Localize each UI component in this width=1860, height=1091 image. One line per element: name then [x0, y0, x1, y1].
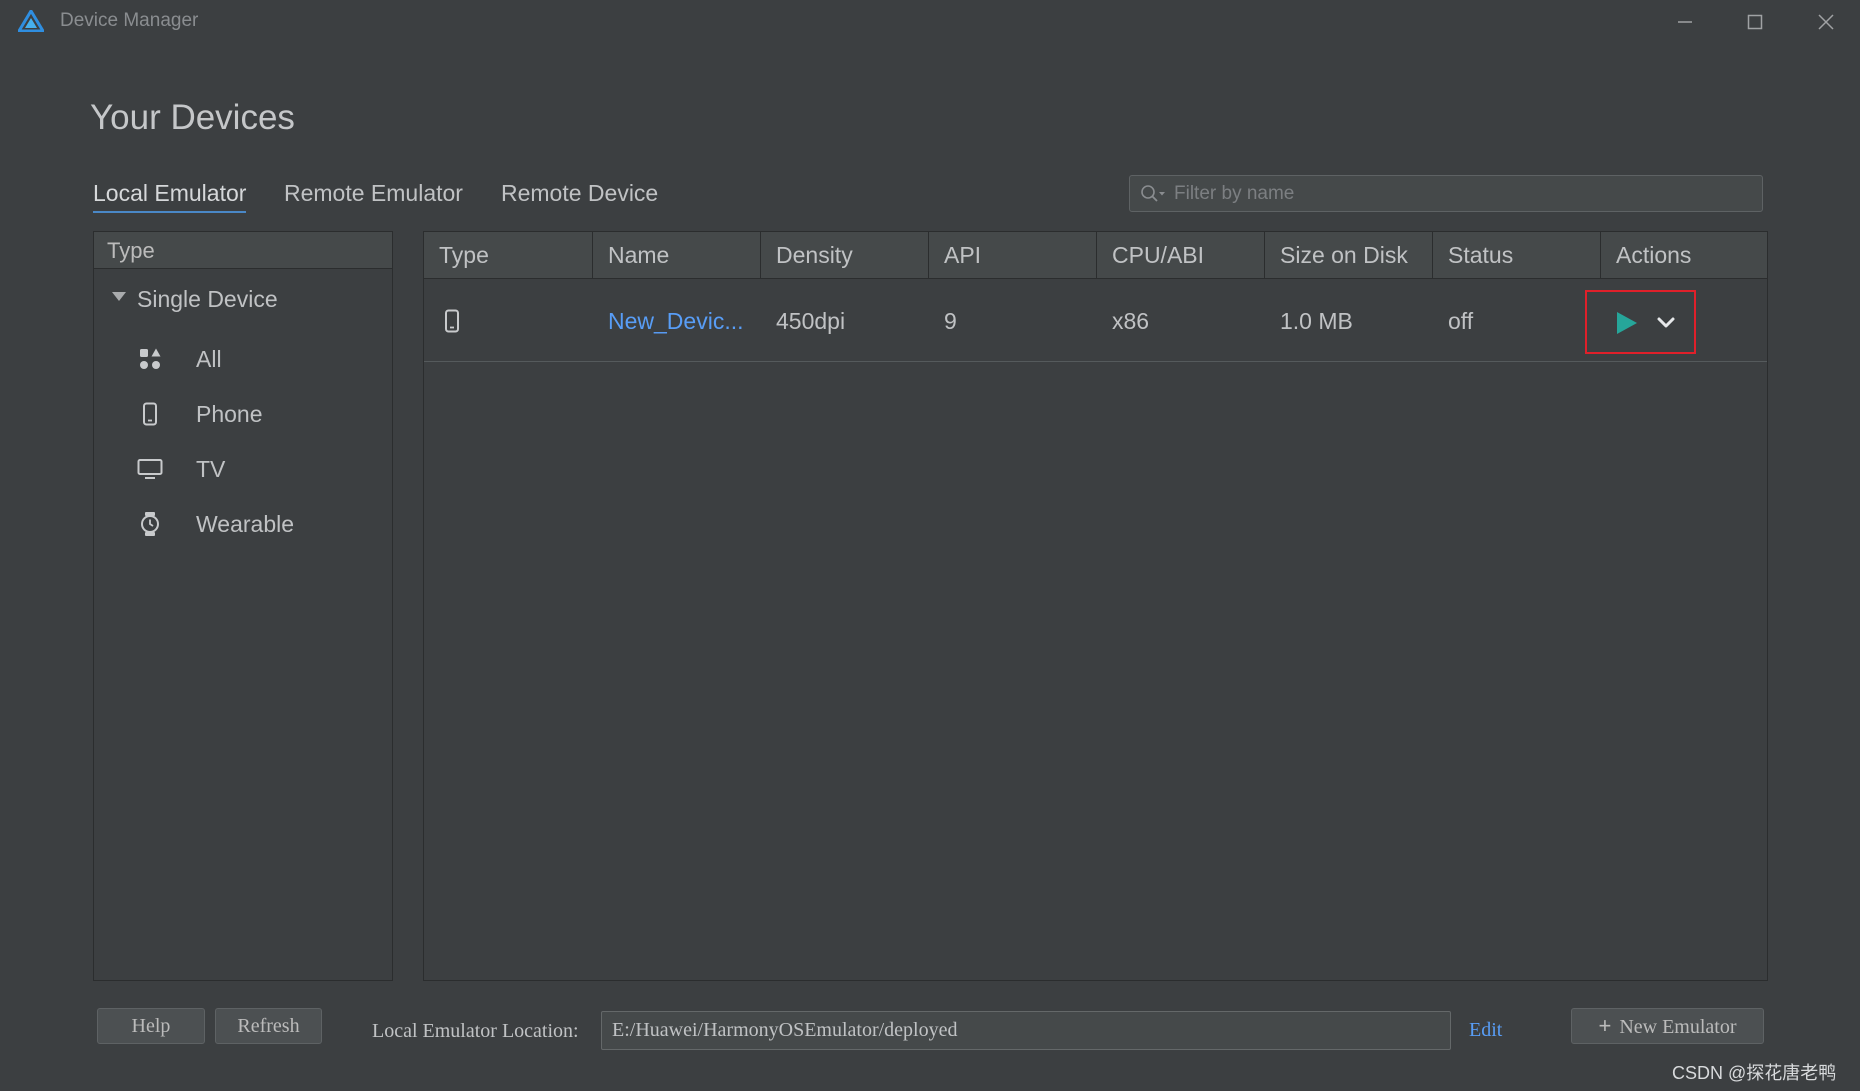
table-row[interactable]: New_Devic... 450dpi 9 x86 1.0 MB off: [424, 280, 1767, 362]
window-title: Device Manager: [60, 10, 199, 31]
new-emulator-label: New Emulator: [1619, 1016, 1737, 1038]
category-label: TV: [196, 456, 226, 482]
title-bar: Device Manager: [0, 0, 1860, 44]
column-header-api[interactable]: API: [929, 232, 1097, 279]
column-header-cpu-abi[interactable]: CPU/ABI: [1097, 232, 1265, 279]
tree-group-single-device[interactable]: Single Device: [94, 280, 392, 320]
caret-down-icon: [112, 292, 126, 301]
play-icon[interactable]: [1613, 310, 1639, 336]
category-tv[interactable]: TV: [94, 446, 392, 492]
actions-highlight: [1585, 290, 1696, 354]
category-phone[interactable]: Phone: [94, 391, 392, 437]
device-name-link[interactable]: New_Devic...: [593, 280, 743, 362]
device-size: 1.0 MB: [1280, 308, 1353, 334]
column-header-size[interactable]: Size on Disk: [1265, 232, 1433, 279]
help-button[interactable]: Help: [97, 1008, 205, 1044]
grid-icon: [137, 346, 163, 372]
column-header-name[interactable]: Name: [593, 232, 761, 279]
maximize-icon: [1747, 14, 1763, 30]
location-field[interactable]: [601, 1011, 1451, 1050]
device-api: 9: [944, 308, 957, 334]
tab-remote-device[interactable]: Remote Device: [501, 180, 658, 211]
close-button[interactable]: [1806, 6, 1846, 38]
tab-local-emulator[interactable]: Local Emulator: [93, 180, 247, 213]
phone-icon: [445, 309, 459, 333]
device-density: 450dpi: [776, 308, 846, 334]
phone-icon: [137, 401, 163, 427]
device-status: off: [1448, 308, 1474, 334]
page-title: Your Devices: [90, 98, 295, 137]
category-label: All: [196, 346, 222, 372]
type-panel: Type Single Device All Phone TV Wearable: [93, 231, 393, 981]
watch-icon: [137, 511, 163, 537]
device-cpu-abi: x86: [1112, 308, 1150, 334]
category-label: Phone: [196, 401, 263, 427]
category-label: Wearable: [196, 511, 295, 537]
device-table: Type Name Density API CPU/ABI Size on Di…: [423, 231, 1768, 981]
table-header: Type Name Density API CPU/ABI Size on Di…: [424, 232, 1767, 279]
edit-location-link[interactable]: Edit: [1469, 1019, 1502, 1042]
category-all[interactable]: All: [94, 336, 392, 382]
column-header-type[interactable]: Type: [424, 232, 593, 279]
search-icon: [1141, 185, 1165, 202]
column-header-actions: Actions: [1616, 242, 1692, 268]
watermark: CSDN @探花唐老鸭: [1672, 1063, 1837, 1083]
close-icon: [1818, 14, 1834, 30]
tab-remote-emulator[interactable]: Remote Emulator: [284, 180, 463, 211]
tree-group-label: Single Device: [137, 286, 278, 312]
minimize-button[interactable]: [1665, 6, 1705, 38]
column-header-status[interactable]: Status: [1433, 232, 1601, 279]
search-input[interactable]: [1174, 176, 1754, 211]
search-box: [1129, 175, 1763, 212]
chevron-down-icon[interactable]: [1655, 312, 1677, 334]
column-header-density[interactable]: Density: [761, 232, 929, 279]
refresh-button[interactable]: Refresh: [215, 1008, 322, 1044]
tv-icon: [137, 456, 163, 482]
plus-icon: +: [1598, 1013, 1612, 1038]
maximize-button[interactable]: [1735, 6, 1775, 38]
location-label: Local Emulator Location:: [372, 1020, 579, 1042]
app-logo-icon: [18, 10, 44, 32]
minimize-icon: [1678, 21, 1692, 23]
type-panel-header: Type: [94, 232, 392, 269]
new-emulator-button[interactable]: + New Emulator: [1571, 1008, 1764, 1044]
category-wearable[interactable]: Wearable: [94, 501, 392, 547]
